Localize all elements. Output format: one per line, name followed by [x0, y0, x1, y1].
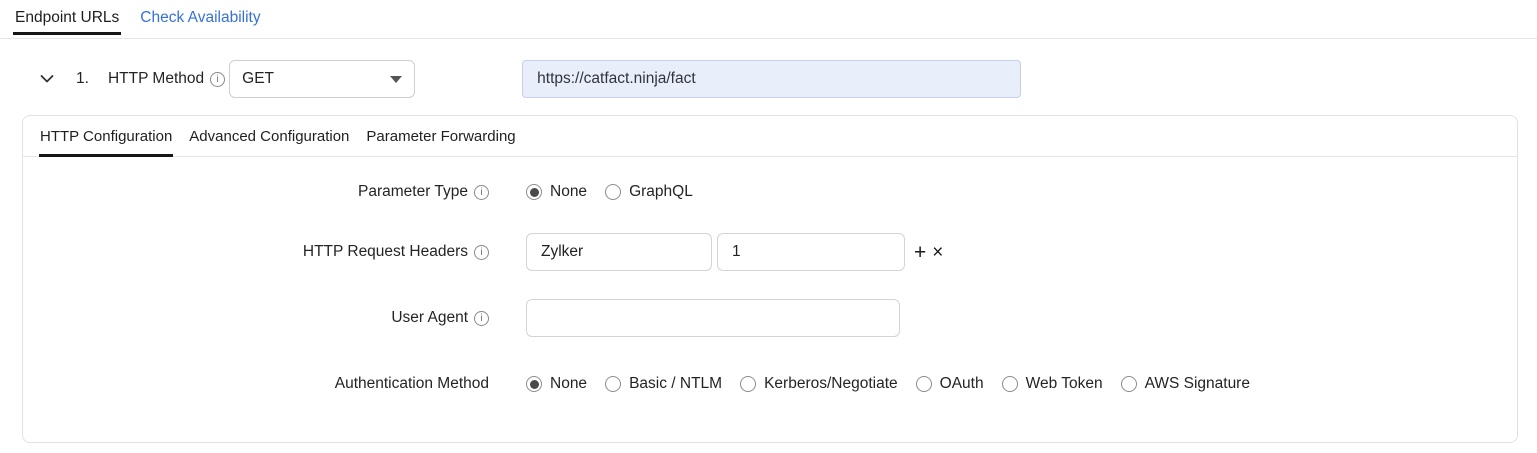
config-panel: HTTP Configuration Advanced Configuratio… — [22, 115, 1518, 443]
user-agent-row: User Agent i — [23, 299, 1517, 337]
radio-label: Kerberos/Negotiate — [764, 375, 898, 393]
auth-method-row: Authentication Method None Basic / NTLM … — [23, 375, 1517, 393]
radio-selected-icon — [526, 376, 542, 392]
config-panel-body: Parameter Type i None GraphQL — [23, 157, 1517, 393]
auth-method-options: None Basic / NTLM Kerberos/Negotiate OAu… — [526, 375, 1250, 393]
parameter-type-row: Parameter Type i None GraphQL — [23, 183, 1517, 201]
request-headers-row: HTTP Request Headers i + × — [23, 233, 1517, 271]
auth-radio-none[interactable]: None — [526, 375, 587, 393]
radio-label: OAuth — [940, 375, 984, 393]
request-headers-controls: + × — [526, 233, 943, 271]
radio-unselected-icon — [605, 376, 621, 392]
auth-radio-aws-signature[interactable]: AWS Signature — [1121, 375, 1250, 393]
radio-unselected-icon — [605, 184, 621, 200]
user-agent-label-text: User Agent — [391, 309, 468, 327]
tab-parameter-forwarding[interactable]: Parameter Forwarding — [365, 128, 516, 157]
auth-radio-web-token[interactable]: Web Token — [1002, 375, 1103, 393]
radio-label: Basic / NTLM — [629, 375, 722, 393]
auth-method-label: Authentication Method — [23, 375, 489, 393]
parameter-type-options: None GraphQL — [526, 183, 693, 201]
radio-unselected-icon — [916, 376, 932, 392]
radio-selected-icon — [526, 184, 542, 200]
user-agent-input[interactable] — [526, 299, 900, 337]
auth-radio-oauth[interactable]: OAuth — [916, 375, 984, 393]
http-method-selected-value: GET — [242, 70, 274, 88]
auth-radio-basic-ntlm[interactable]: Basic / NTLM — [605, 375, 722, 393]
add-header-button[interactable]: + — [914, 242, 926, 263]
top-divider — [0, 38, 1537, 39]
auth-method-label-text: Authentication Method — [335, 375, 489, 393]
remove-header-button[interactable]: × — [932, 243, 943, 262]
info-icon[interactable]: i — [474, 245, 489, 260]
radio-unselected-icon — [740, 376, 756, 392]
info-icon[interactable]: i — [474, 311, 489, 326]
request-headers-label: HTTP Request Headers i — [23, 243, 489, 261]
tab-check-availability[interactable]: Check Availability — [138, 9, 262, 35]
endpoint-url-input[interactable] — [522, 60, 1021, 98]
info-icon[interactable]: i — [210, 72, 225, 87]
dropdown-caret-icon — [390, 76, 402, 83]
config-tabbar: HTTP Configuration Advanced Configuratio… — [23, 116, 1517, 157]
info-icon[interactable]: i — [474, 185, 489, 200]
radio-label: AWS Signature — [1145, 375, 1250, 393]
http-method-select[interactable]: GET — [229, 60, 415, 98]
parameter-type-label-text: Parameter Type — [358, 183, 468, 201]
endpoint-config-page: Endpoint URLs Check Availability 1. HTTP… — [0, 0, 1537, 443]
endpoint-index: 1. — [76, 70, 89, 88]
parameter-type-radio-graphql[interactable]: GraphQL — [605, 183, 693, 201]
radio-label: GraphQL — [629, 183, 693, 201]
http-method-label: HTTP Method i — [108, 70, 225, 88]
parameter-type-label: Parameter Type i — [23, 183, 489, 201]
http-method-label-text: HTTP Method — [108, 70, 204, 88]
parameter-type-radio-none[interactable]: None — [526, 183, 587, 201]
endpoint-row: 1. HTTP Method i GET — [38, 60, 1537, 98]
radio-unselected-icon — [1121, 376, 1137, 392]
tab-advanced-configuration[interactable]: Advanced Configuration — [188, 128, 350, 157]
radio-label: None — [550, 375, 587, 393]
top-tabbar: Endpoint URLs Check Availability — [0, 0, 1537, 35]
user-agent-label: User Agent i — [23, 309, 489, 327]
tab-http-configuration[interactable]: HTTP Configuration — [39, 128, 173, 157]
user-agent-controls — [526, 299, 900, 337]
header-name-input[interactable] — [526, 233, 712, 271]
auth-radio-kerberos-negotiate[interactable]: Kerberos/Negotiate — [740, 375, 898, 393]
radio-unselected-icon — [1002, 376, 1018, 392]
chevron-down-icon[interactable] — [38, 70, 56, 88]
header-value-input[interactable] — [717, 233, 905, 271]
tab-endpoint-urls[interactable]: Endpoint URLs — [13, 9, 121, 35]
request-headers-label-text: HTTP Request Headers — [303, 243, 468, 261]
radio-label: None — [550, 183, 587, 201]
radio-label: Web Token — [1026, 375, 1103, 393]
